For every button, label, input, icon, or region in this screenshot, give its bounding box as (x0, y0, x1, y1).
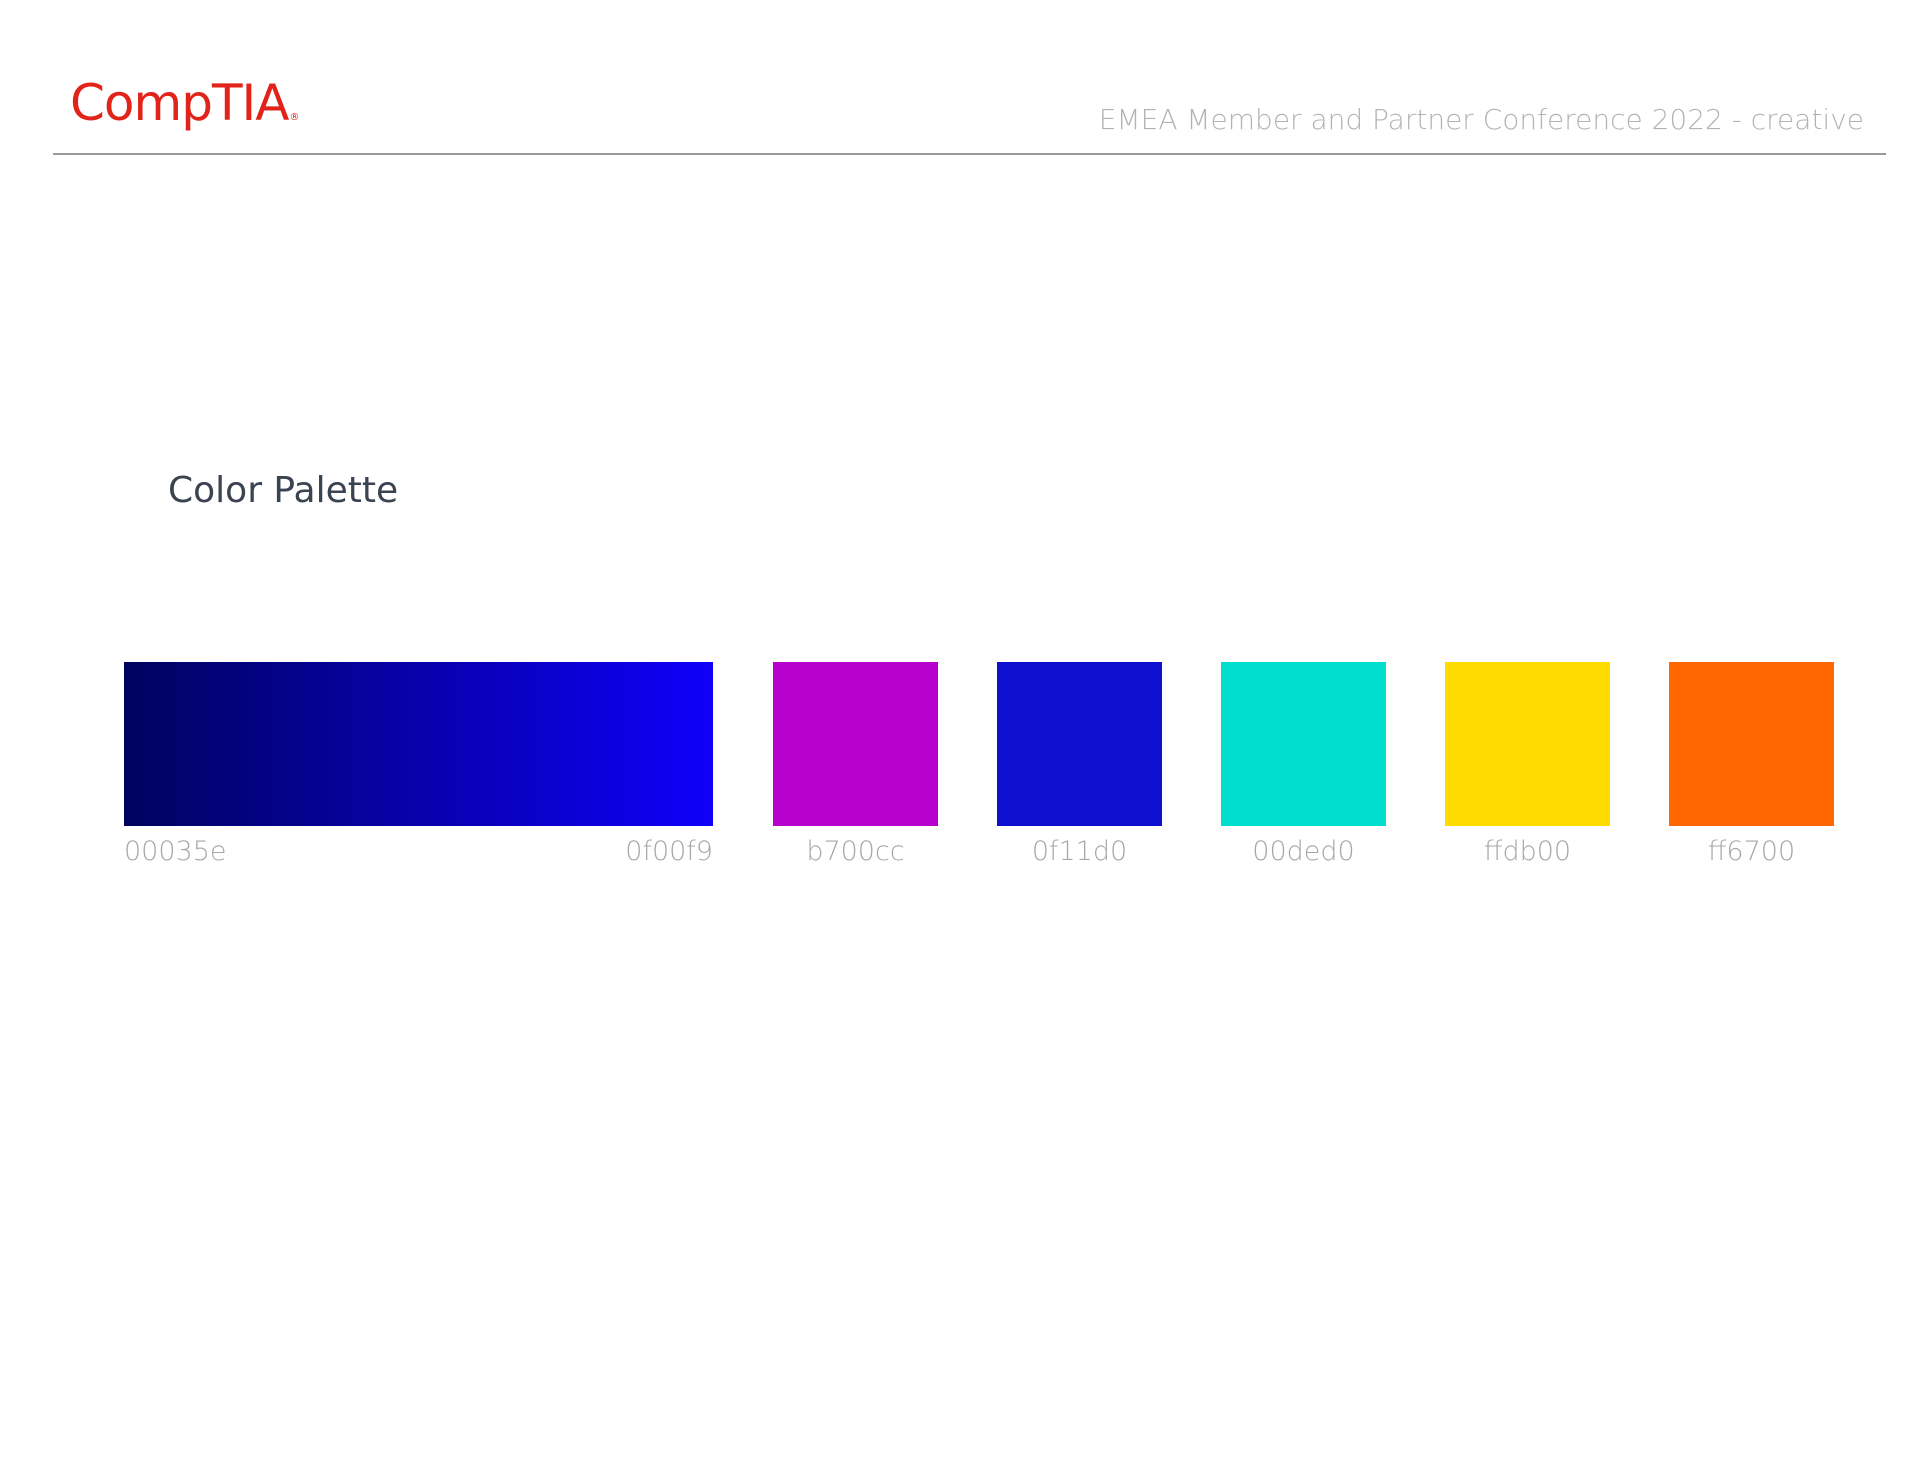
swatch-2 (997, 662, 1162, 826)
swatch-5-label: ff6700 (1707, 836, 1796, 867)
swatch-1 (773, 662, 938, 826)
swatch-4-label: ffdb00 (1483, 836, 1572, 867)
swatch-1-label: b700cc (806, 836, 905, 867)
swatch-5 (1669, 662, 1834, 826)
swatch-2-label: 0f11d0 (1031, 836, 1128, 867)
logo-text: CompTIA (70, 74, 289, 132)
swatch-4 (1445, 662, 1610, 826)
comptia-logo: CompTIA® (70, 78, 299, 128)
header-divider (53, 153, 1886, 155)
header-title: EMEA Member and Partner Conference 2022 … (1098, 103, 1864, 136)
gradient-start-label: 00035e (124, 836, 227, 867)
swatch-3 (1221, 662, 1386, 826)
registered-mark-icon: ® (289, 112, 299, 123)
section-title: Color Palette (168, 470, 399, 511)
gradient-end-label: 0f00f9 (625, 836, 713, 867)
swatch-3-label: 00ded0 (1252, 836, 1355, 867)
gradient-swatch (124, 662, 713, 826)
